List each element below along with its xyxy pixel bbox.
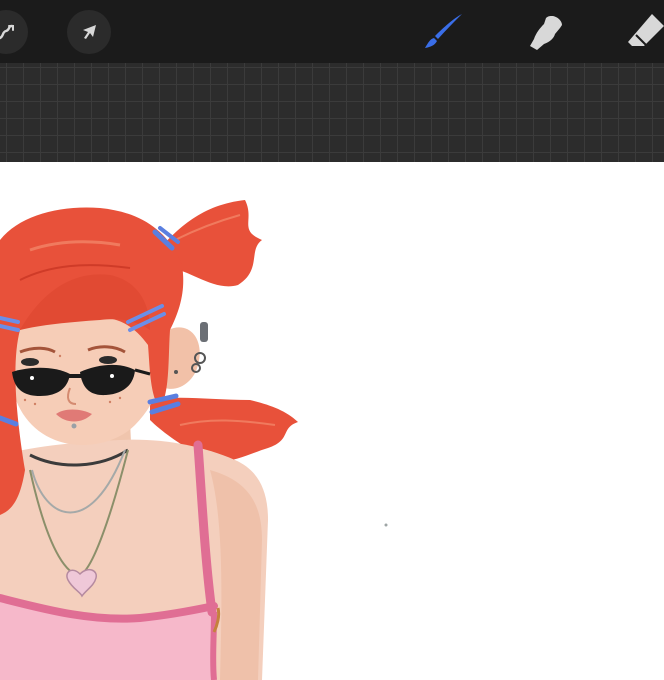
drawing-canvas[interactable] <box>0 162 664 680</box>
canvas-surround-grid <box>0 63 664 162</box>
procreate-app <box>0 0 664 680</box>
smudge-icon <box>530 16 562 50</box>
smudge-tool-button[interactable] <box>522 8 570 56</box>
eraser-tool-button[interactable] <box>622 8 664 56</box>
ear-cuff <box>200 322 208 342</box>
modify-icon <box>0 24 14 40</box>
eraser-icon <box>628 14 664 46</box>
brush-icon <box>425 14 462 48</box>
transform-arrow-icon <box>83 25 96 39</box>
artwork-illustration <box>0 200 388 680</box>
brush-tool-button[interactable] <box>420 8 468 56</box>
transform-button[interactable] <box>67 10 111 54</box>
top-toolbar <box>0 0 664 63</box>
adjustments-button[interactable] <box>0 10 28 54</box>
